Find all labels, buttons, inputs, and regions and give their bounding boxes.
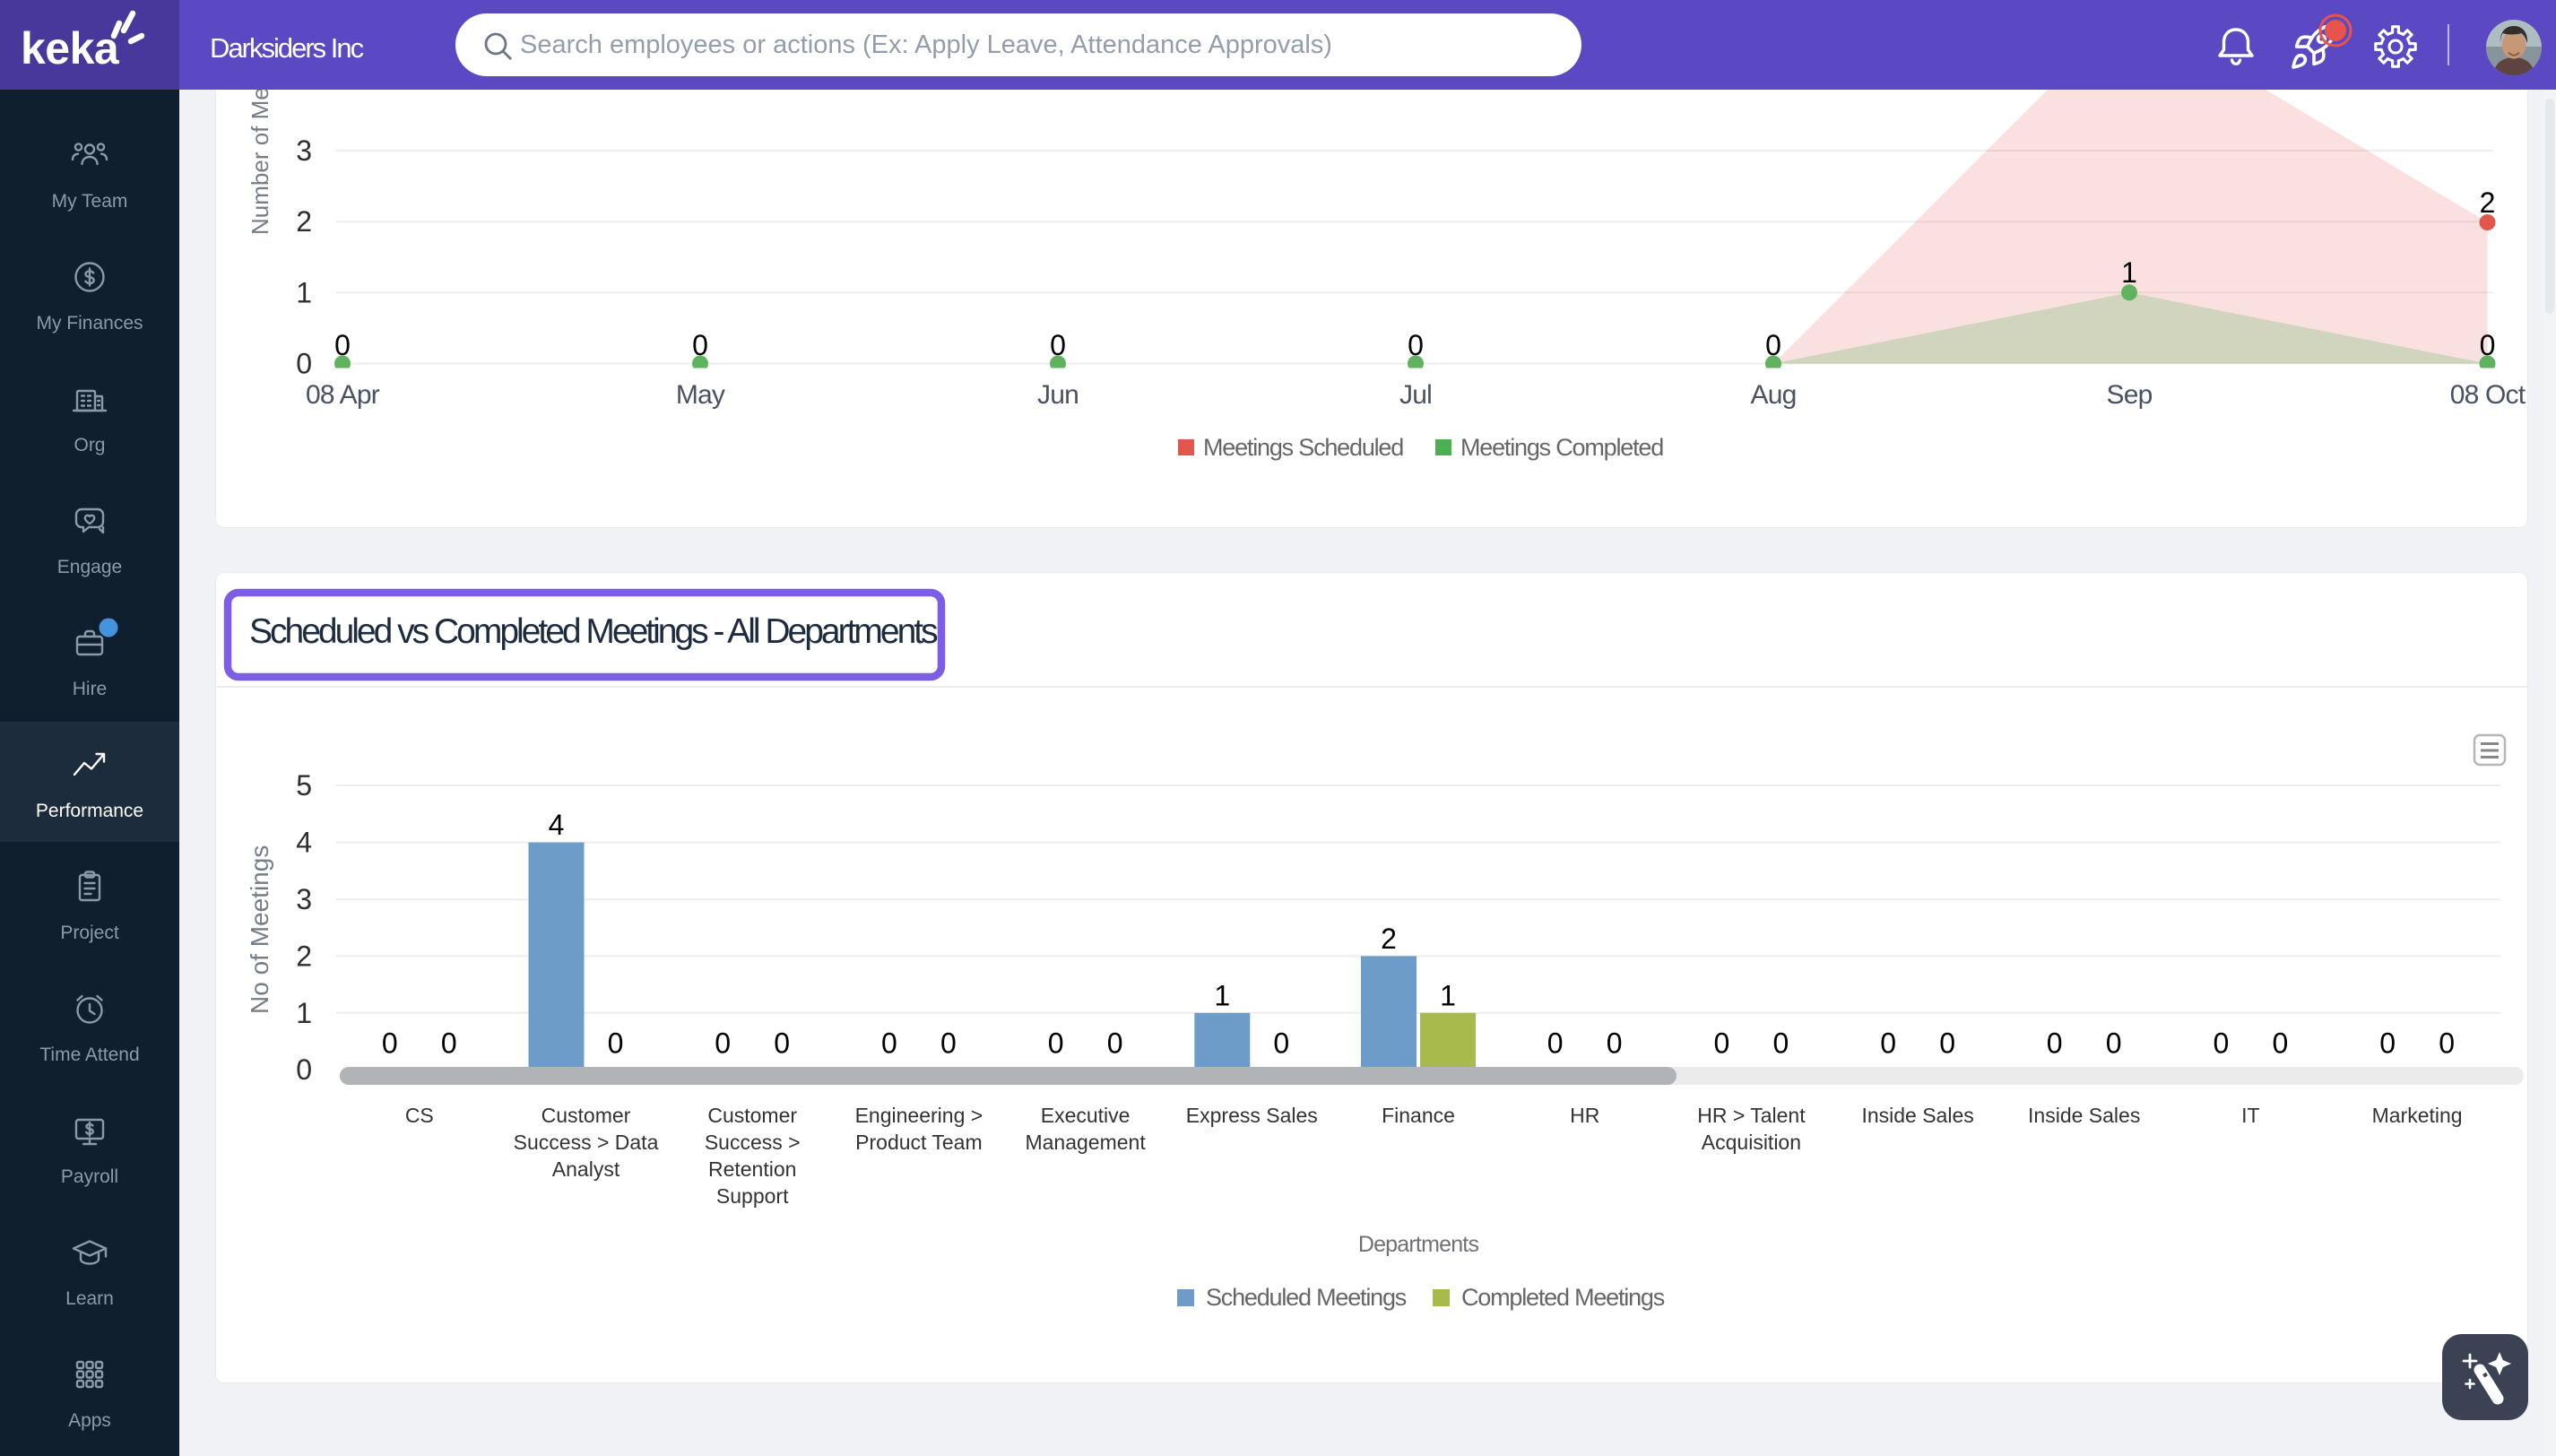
- svg-text:CS: CS: [405, 1104, 434, 1127]
- svg-text:Product Team: Product Team: [855, 1131, 982, 1154]
- svg-text:0: 0: [2047, 1027, 2063, 1060]
- svg-text:0: 0: [2214, 1027, 2230, 1060]
- svg-text:Customer: Customer: [707, 1104, 797, 1127]
- svg-text:Finance: Finance: [1382, 1104, 1455, 1127]
- svg-text:0: 0: [1107, 1027, 1123, 1060]
- svg-text:Completed Meetings: Completed Meetings: [1461, 1284, 1665, 1311]
- svg-text:Acquisition: Acquisition: [1702, 1131, 1801, 1154]
- svg-text:0: 0: [1880, 1027, 1896, 1060]
- svg-text:4: 4: [296, 827, 312, 859]
- svg-text:0: 0: [1048, 1027, 1064, 1060]
- svg-text:0: 0: [715, 1027, 731, 1060]
- svg-text:0: 0: [1547, 1027, 1564, 1060]
- svg-text:0: 0: [881, 1027, 897, 1060]
- svg-text:08 Apr: 08 Apr: [306, 380, 380, 410]
- svg-text:3: 3: [296, 134, 312, 167]
- svg-text:Departments: Departments: [1358, 1232, 1479, 1257]
- svg-text:Support: Support: [716, 1184, 789, 1208]
- svg-text:5: 5: [296, 769, 312, 802]
- svg-text:Success >: Success >: [705, 1131, 801, 1154]
- svg-text:0: 0: [1714, 1027, 1730, 1060]
- svg-text:0: 0: [608, 1027, 624, 1060]
- svg-text:0: 0: [296, 348, 312, 380]
- svg-text:IT: IT: [2241, 1104, 2259, 1127]
- svg-text:0: 0: [296, 1053, 312, 1086]
- svg-text:0: 0: [1765, 329, 1781, 361]
- svg-text:0: 0: [441, 1027, 457, 1060]
- svg-text:Scheduled Meetings: Scheduled Meetings: [1206, 1284, 1407, 1311]
- svg-text:Scheduled vs Completed Meeting: Scheduled vs Completed Meetings - All De…: [249, 612, 938, 651]
- svg-text:4: 4: [549, 809, 565, 841]
- svg-text:1: 1: [2121, 256, 2137, 289]
- svg-text:Number of Meetings: Number of Meetings: [247, 90, 273, 235]
- svg-text:Success > Data: Success > Data: [514, 1131, 659, 1154]
- svg-text:0: 0: [382, 1027, 398, 1060]
- svg-text:0: 0: [334, 329, 351, 361]
- svg-text:Meetings Scheduled: Meetings Scheduled: [1203, 434, 1403, 461]
- svg-text:Retention: Retention: [708, 1157, 796, 1181]
- svg-text:0: 0: [2480, 329, 2496, 361]
- svg-text:Executive: Executive: [1041, 1104, 1131, 1127]
- svg-text:Inside Sales: Inside Sales: [1861, 1104, 1973, 1127]
- svg-text:0: 0: [774, 1027, 790, 1060]
- svg-text:0: 0: [1050, 329, 1066, 361]
- svg-text:Express Sales: Express Sales: [1186, 1104, 1318, 1127]
- svg-text:Marketing: Marketing: [2372, 1104, 2463, 1127]
- svg-text:Customer: Customer: [542, 1104, 631, 1127]
- svg-text:Jun: Jun: [1037, 380, 1079, 410]
- svg-text:0: 0: [1607, 1027, 1623, 1060]
- svg-text:0: 0: [2273, 1027, 2289, 1060]
- svg-text:0: 0: [1273, 1027, 1289, 1060]
- svg-text:0: 0: [2106, 1027, 2122, 1060]
- svg-text:HR > Talent: HR > Talent: [1697, 1104, 1806, 1127]
- svg-text:Sep: Sep: [2107, 380, 2153, 410]
- svg-text:0: 0: [1408, 329, 1424, 361]
- svg-text:0: 0: [2439, 1027, 2455, 1060]
- svg-text:May: May: [676, 380, 725, 410]
- svg-text:Meetings Completed: Meetings Completed: [1460, 434, 1663, 461]
- svg-text:0: 0: [1773, 1027, 1789, 1060]
- svg-text:2: 2: [1381, 923, 1397, 955]
- svg-text:0: 0: [1939, 1027, 1955, 1060]
- svg-text:Inside Sales: Inside Sales: [2028, 1104, 2140, 1127]
- svg-text:Engineering >: Engineering >: [855, 1104, 983, 1127]
- svg-text:Aug: Aug: [1751, 380, 1797, 410]
- svg-text:08 Oct: 08 Oct: [2450, 380, 2526, 410]
- svg-text:1: 1: [296, 276, 312, 308]
- svg-text:No of Meetings: No of Meetings: [246, 845, 273, 1014]
- svg-text:0: 0: [692, 329, 708, 361]
- svg-text:0: 0: [940, 1027, 957, 1060]
- svg-text:2: 2: [296, 940, 312, 972]
- svg-text:1: 1: [1440, 979, 1456, 1011]
- svg-text:3: 3: [296, 883, 312, 915]
- svg-text:Analyst: Analyst: [552, 1157, 620, 1181]
- svg-text:1: 1: [1214, 979, 1230, 1011]
- svg-text:HR: HR: [1570, 1104, 1599, 1127]
- svg-text:Management: Management: [1025, 1131, 1146, 1154]
- svg-text:1: 1: [296, 997, 312, 1029]
- svg-text:0: 0: [2379, 1027, 2396, 1060]
- svg-text:Jul: Jul: [1399, 380, 1432, 410]
- svg-text:2: 2: [2480, 186, 2496, 219]
- svg-text:2: 2: [296, 205, 312, 238]
